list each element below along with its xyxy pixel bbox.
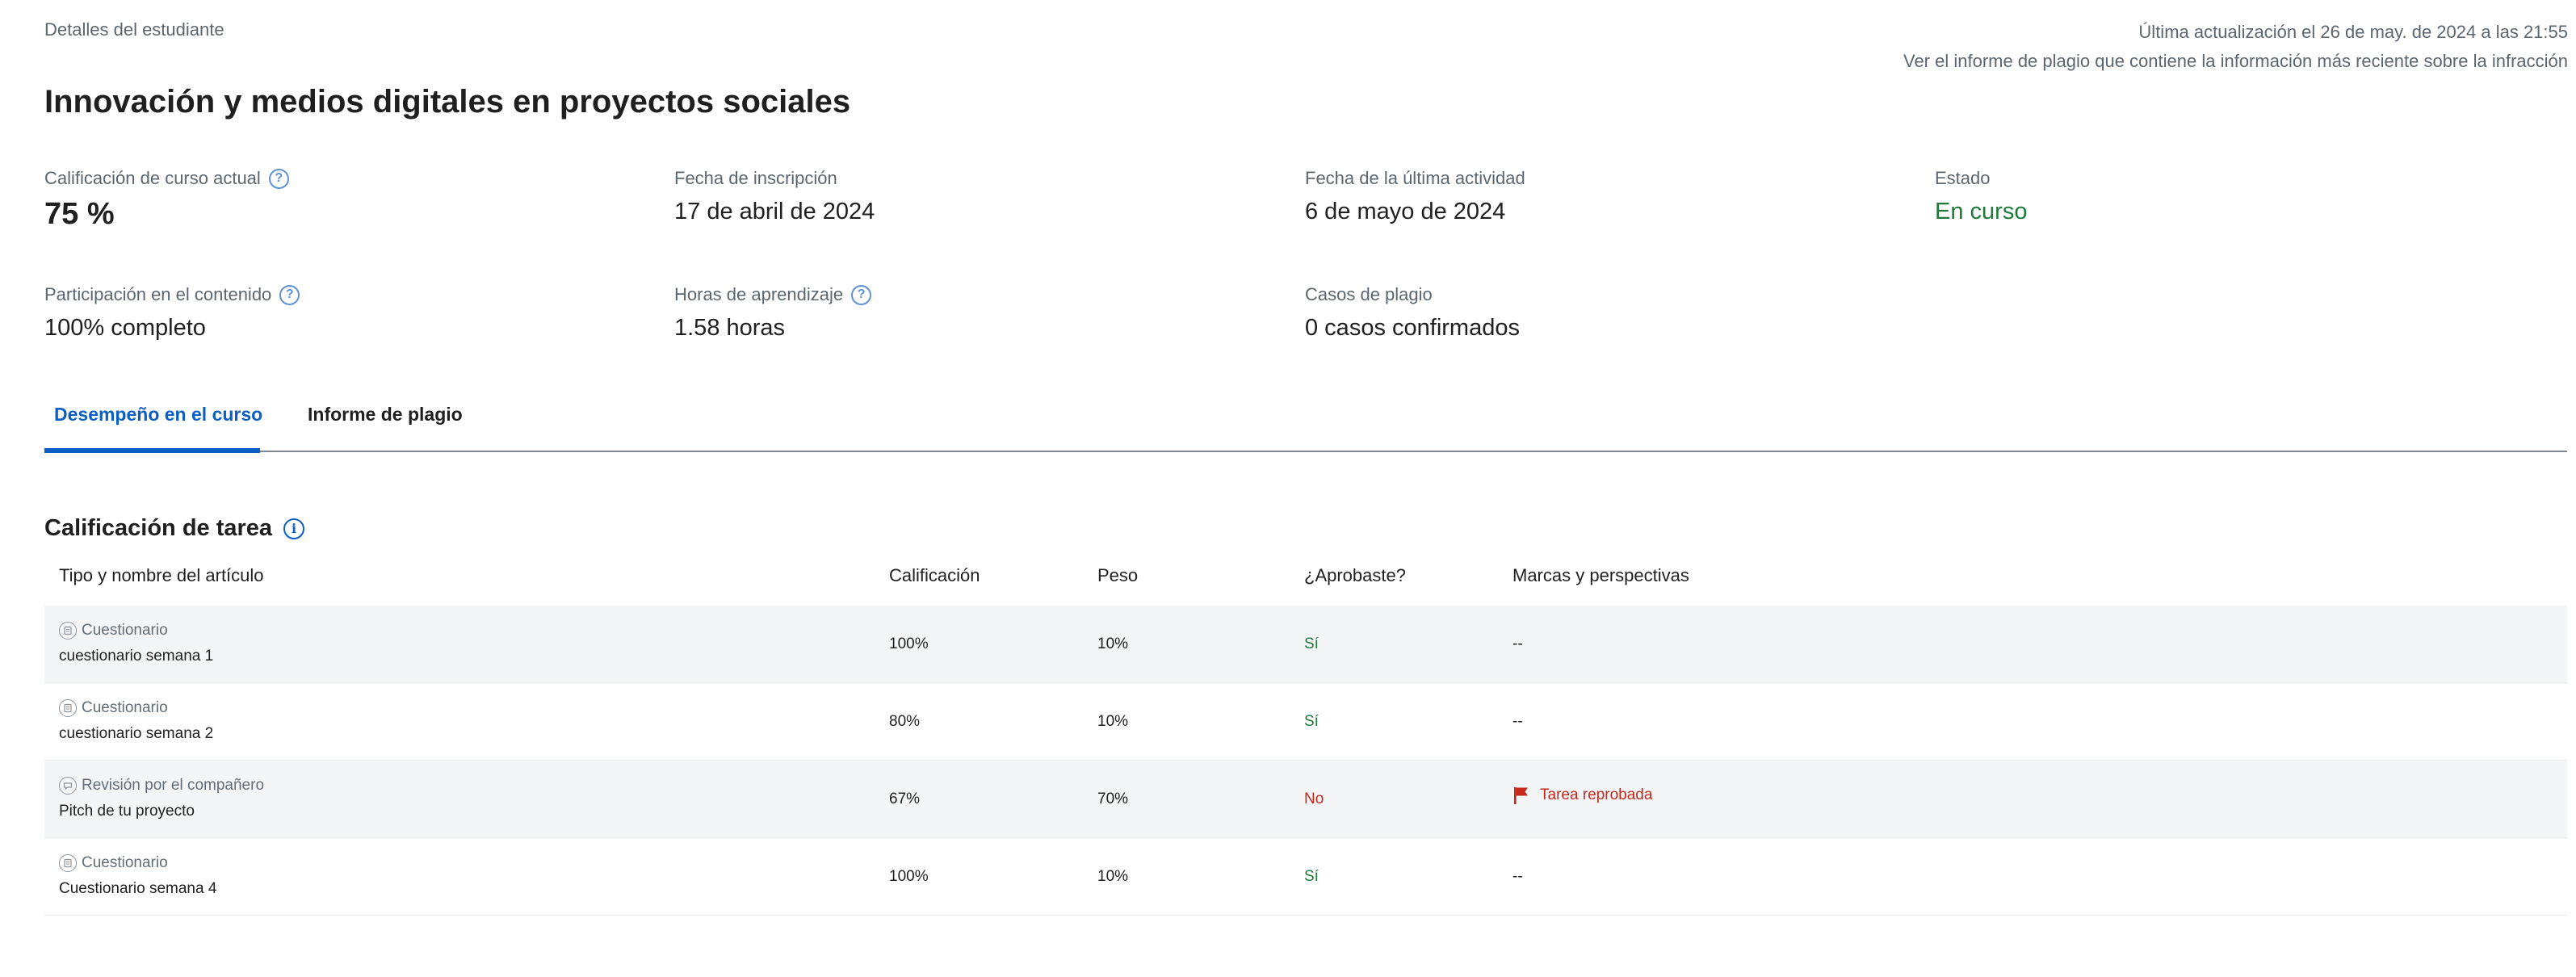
grade-cell: 100% [889,868,929,885]
weight-cell: 10% [1097,868,1129,885]
flags-cell: -- [1512,635,1523,652]
item-name-link[interactable]: Pitch de tu proyecto [59,803,195,820]
tab-bar: Desempeño en el curso Informe de plagio [44,394,2567,453]
stat-participation-label: Participación en el contenido [44,284,272,304]
stat-plagiarism: Casos de plagio 0 casos confirmados [1305,284,1520,342]
student-details-page: Detalles del estudiante Última actualiza… [0,0,2576,977]
item-type-label: Cuestionario [82,699,168,716]
item-type-label: Cuestionario [82,854,168,871]
active-tab-indicator [44,448,260,453]
passed-cell: Sí [1304,713,1319,730]
stat-enrollment-label: Fecha de inscripción [674,168,837,188]
table-row: Revisión por el compañero Pitch de tu pr… [44,761,2567,838]
passed-cell: No [1304,790,1324,807]
status-badge: En curso [1935,199,2028,224]
stat-plagiarism-value: 0 casos confirmados [1305,315,1520,341]
stat-last-activity: Fecha de la última actividad 6 de mayo d… [1305,168,1525,225]
item-name-link[interactable]: cuestionario semana 2 [59,725,213,743]
weight-cell: 10% [1097,713,1129,730]
failed-assignment-flag: Tarea reprobada [1540,786,1653,803]
item-name-link[interactable]: cuestionario semana 1 [59,648,213,665]
stat-last-activity-value: 6 de mayo de 2024 [1305,199,1506,224]
table-row: Cuestionario Cuestionario semana 4 100% … [44,838,2567,916]
last-update-text: Última actualización el 26 de may. de 20… [2138,22,2568,42]
stat-grade-label: Calificación de curso actual [44,168,261,188]
help-icon[interactable]: ? [279,284,300,305]
stat-hours-label: Horas de aprendizaje [674,284,844,304]
info-icon[interactable]: i [283,518,305,539]
column-header-weight: Peso [1097,565,1139,585]
flags-cell: -- [1512,713,1523,730]
column-header-passed: ¿Aprobaste? [1304,565,1406,585]
help-icon[interactable]: ? [268,168,289,189]
stat-enrollment: Fecha de inscripción 17 de abril de 2024 [674,168,875,225]
tab-plagiarism-report[interactable]: Informe de plagio [308,404,463,426]
flags-cell: Tarea reprobada [1512,786,1652,805]
column-header-item: Tipo y nombre del artículo [59,565,264,585]
stat-plagiarism-label: Casos de plagio [1305,284,1433,304]
passed-cell: Sí [1304,868,1319,885]
grade-cell: 80% [889,713,921,730]
stat-last-activity-label: Fecha de la última actividad [1305,168,1525,188]
update-info: Última actualización el 26 de may. de 20… [1903,18,2568,76]
stat-hours-value: 1.58 horas [674,315,786,341]
grade-cell: 67% [889,790,921,807]
breadcrumb[interactable]: Detalles del estudiante [44,19,224,40]
stat-enrollment-value: 17 de abril de 2024 [674,199,875,224]
plagiarism-report-link[interactable]: Ver el informe de plagio que contiene la… [1903,47,2568,76]
column-header-flags: Marcas y perspectivas [1512,565,1689,585]
assignment-grades-title: Calificación de tarea [44,515,273,541]
grade-cell: 100% [889,635,929,652]
weight-cell: 10% [1097,635,1129,652]
table-row: Cuestionario cuestionario semana 1 100% … [44,606,2567,683]
quiz-icon [59,622,77,639]
section-title: Calificación de tarea i [44,515,305,542]
assignments-table: Tipo y nombre del artículo Calificación … [44,556,2567,916]
quiz-icon [59,854,77,872]
table-header: Tipo y nombre del artículo Calificación … [44,556,2567,606]
help-icon[interactable]: ? [851,284,872,305]
item-type-label: Revisión por el compañero [82,777,265,794]
stat-status-label: Estado [1935,168,1991,188]
table-row: Cuestionario cuestionario semana 2 80% 1… [44,683,2567,761]
item-type-label: Cuestionario [82,622,168,639]
stat-status: Estado En curso [1935,168,2027,225]
peer-review-icon [59,777,77,795]
quiz-icon [59,699,77,717]
stat-hours: Horas de aprendizaje ? 1.58 horas [674,284,872,342]
stat-participation-value: 100% completo [44,315,206,341]
column-header-grade: Calificación [889,565,980,585]
stat-participation: Participación en el contenido ? 100% com… [44,284,300,342]
weight-cell: 70% [1097,790,1129,807]
item-name-link[interactable]: Cuestionario semana 4 [59,880,216,898]
tab-course-performance[interactable]: Desempeño en el curso [54,404,262,426]
flag-icon [1512,786,1530,805]
stat-grade-value: 75 % [44,197,115,231]
passed-cell: Sí [1304,635,1319,652]
stat-grade: Calificación de curso actual ? 75 % [44,168,289,232]
flags-cell: -- [1512,868,1523,885]
course-title: Innovación y medios digitales en proyect… [44,84,851,120]
